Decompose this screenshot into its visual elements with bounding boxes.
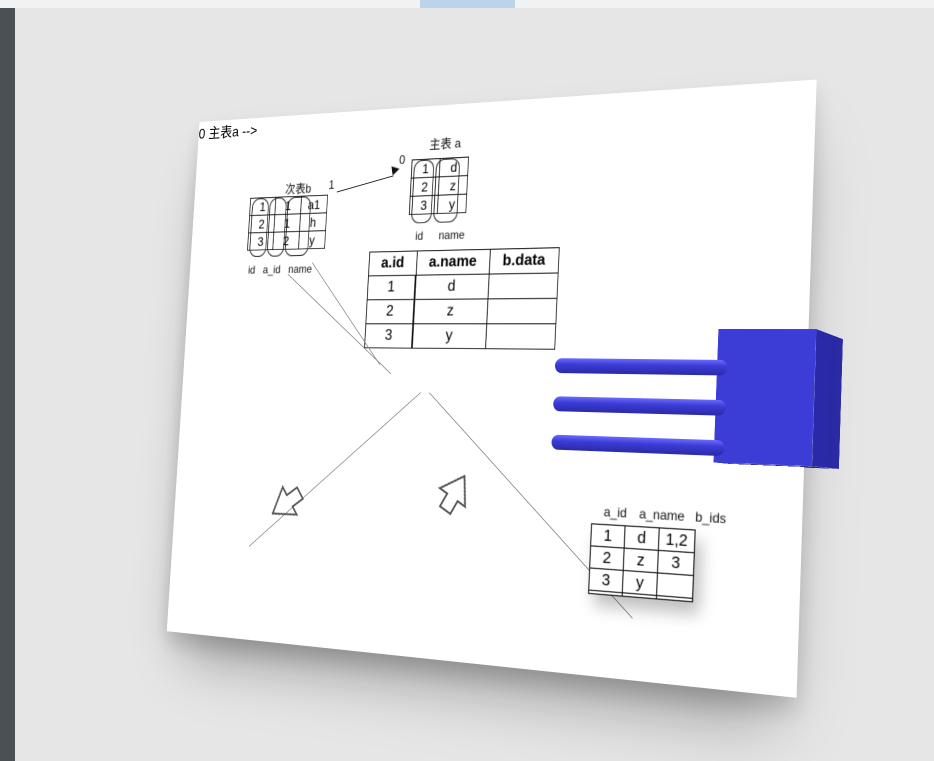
center-header: a.name [416, 249, 490, 275]
result-header: b_ids [691, 509, 731, 527]
center-cell [486, 298, 556, 323]
window-titlebar [0, 0, 934, 8]
center-cell: y [412, 324, 487, 349]
label-zero: 0 [399, 152, 406, 167]
result-cell: z [623, 548, 658, 573]
big-arrow-right-icon [424, 458, 485, 528]
result-table: 1 d 1,2 2 z 3 3 y [588, 523, 696, 602]
label-sub-table: 次表b [285, 179, 312, 198]
table-a-col-labels: idname [410, 226, 471, 245]
result-cell [657, 573, 694, 598]
col-label: name [285, 262, 316, 276]
center-header: b.data [489, 248, 559, 274]
result-cell: 2 [590, 546, 624, 571]
plug-prong [555, 358, 728, 375]
center-cell: 3 [364, 324, 413, 348]
3d-plug-object[interactable] [607, 334, 863, 526]
column-pill [284, 196, 311, 256]
result-cell: 1 [591, 524, 625, 548]
label-main-table: 主表 a [429, 133, 462, 153]
sidebar-strip [0, 8, 15, 761]
col-label: id [412, 229, 427, 243]
center-cell [488, 273, 558, 299]
center-cell: 2 [366, 299, 415, 323]
diagram-board: 主表 a 0 1d 2z 3y idname 次表b 1 1 1 a1 2 1 … [167, 79, 817, 697]
plug-body [730, 334, 830, 468]
result-header: a_id [599, 504, 631, 521]
result-cell: 3 [589, 568, 624, 593]
col-label: name [428, 228, 469, 243]
result-cell: y [622, 570, 657, 595]
column-pill [411, 159, 435, 223]
center-cell: z [413, 299, 487, 324]
result-header: a_name [633, 506, 689, 525]
col-label: a_id [259, 263, 284, 276]
relation-arrow-line [337, 175, 394, 192]
3d-viewport[interactable]: 主表 a 0 1d 2z 3y idname 次表b 1 1 1 a1 2 1 … [15, 8, 934, 761]
plug-prong [551, 435, 724, 457]
col-label: id [245, 263, 259, 276]
center-cell [485, 324, 556, 350]
label-one: 1 [328, 178, 335, 192]
big-arrow-left-icon [259, 470, 314, 536]
center-header: a.id [368, 251, 417, 276]
result-cell: 1,2 [658, 528, 695, 553]
center-join-table: a.id a.name b.data 1 d 2 z 3 y [364, 247, 560, 350]
active-tab-indicator [420, 0, 515, 8]
table-b-col-labels: id a_id name [243, 260, 317, 278]
relation-arrow-head-icon [391, 164, 400, 175]
connector-line [249, 392, 421, 547]
center-cell: d [415, 274, 489, 299]
result-cell: d [624, 526, 659, 551]
result-table-wrap: a_id a_name b_ids 1 d 1,2 2 z 3 3 [588, 501, 726, 602]
result-cell: 3 [657, 550, 694, 575]
plug-prong [553, 396, 726, 415]
center-cell: 1 [367, 275, 416, 300]
